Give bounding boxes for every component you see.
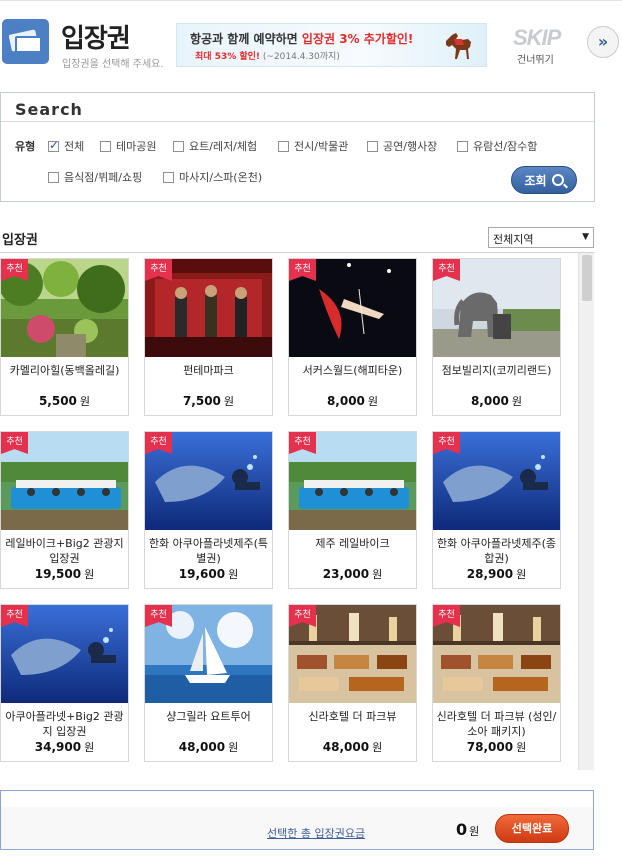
promo-banner[interactable]: 항공과 함께 예약하면 입장권 3% 추가할인! 최대 53% 할인! (~20… <box>176 23 487 67</box>
ticket-price: 78,000 원 <box>466 740 527 754</box>
divider <box>1 121 594 122</box>
page-title: 입장권 <box>61 24 131 54</box>
ticket-price: 48,000 원 <box>178 740 239 754</box>
ticket-price: 19,500 원 <box>34 567 95 581</box>
ticket-icon <box>2 19 49 64</box>
search-icon <box>551 174 564 186</box>
ticket-name[interactable]: 서커스월드(해피타운) <box>289 363 416 378</box>
search-button[interactable]: 조회 <box>511 166 577 194</box>
ticket-price: 8,000 원 <box>470 394 523 408</box>
scrollbar[interactable] <box>578 253 594 770</box>
ticket-price: 28,900 원 <box>466 567 527 581</box>
ticket-name[interactable]: 레일바이크+Big2 관광지 입장권 <box>1 536 128 566</box>
divider <box>0 252 595 253</box>
type-option-all[interactable]: 전체 <box>48 138 84 154</box>
checkbox[interactable] <box>367 140 378 152</box>
type-option-exhibition[interactable]: 전시/박물관 <box>278 138 348 154</box>
ticket-name[interactable]: 제주 레일바이크 <box>289 536 416 551</box>
page-subtitle: 입장권을 선택해 주세요. <box>62 59 164 70</box>
ticket-price: 23,000 원 <box>322 567 383 581</box>
ticket-name[interactable]: 한화 아쿠아플라넷제주(특별권) <box>145 536 272 566</box>
total-label[interactable]: 선택한 총 입장권요금 <box>267 825 365 841</box>
list-title: 입장권 <box>2 233 38 248</box>
ticket-card[interactable]: 추천 카멜리아힐(동백올레길) 5,500 원 <box>0 258 129 416</box>
ticket-name[interactable]: 펀테마파크 <box>145 363 272 378</box>
ticket-price: 34,900 원 <box>34 740 95 754</box>
checkbox[interactable] <box>100 140 111 152</box>
ticket-price: 48,000 원 <box>322 740 383 754</box>
skip-label[interactable]: 건너뛰기 <box>517 51 554 66</box>
ticket-card[interactable]: 추천 아쿠아플라넷+Big2 관광지 입장권 34,900 원 <box>0 604 129 762</box>
total-amount: 0원 <box>456 820 480 839</box>
complete-button[interactable]: 선택완료 <box>495 814 569 843</box>
checkbox[interactable] <box>173 140 184 152</box>
header: 입장권 입장권을 선택해 주세요. 항공과 함께 예약하면 입장권 3% 추가할… <box>0 0 622 88</box>
type-option-cruise[interactable]: 유람선/잠수함 <box>457 138 537 154</box>
scrollbar-thumb[interactable] <box>582 255 592 301</box>
checkbox[interactable] <box>48 138 59 152</box>
skip-button[interactable]: » <box>587 26 619 58</box>
checkbox[interactable] <box>163 171 174 183</box>
checkbox[interactable] <box>278 140 289 152</box>
checkbox[interactable] <box>48 171 59 183</box>
ticket-price: 5,500 원 <box>38 394 91 408</box>
ticket-name[interactable]: 카멜리아힐(동백올레길) <box>1 363 128 378</box>
ticket-name[interactable]: 한화 아쿠아플라넷제주(종합권) <box>433 536 560 566</box>
type-option-theme-park[interactable]: 테마공원 <box>100 138 156 154</box>
ticket-price: 19,600 원 <box>178 567 239 581</box>
ticket-card[interactable]: 추천 샹그릴라 요트투어 48,000 원 <box>144 604 273 762</box>
ticket-card[interactable]: 추천 서커스월드(해피타운) 8,000 원 <box>288 258 417 416</box>
ticket-card[interactable]: 추천 레일바이크+Big2 관광지 입장권 19,500 원 <box>0 431 129 589</box>
ticket-name[interactable]: 신라호텔 더 파크뷰 (성인/소아 패키지) <box>433 709 560 739</box>
region-select[interactable]: 전체지역 ▼ <box>488 227 594 248</box>
ticket-card[interactable]: 추천 제주 레일바이크 23,000 원 <box>288 431 417 589</box>
ticket-card[interactable]: 추천 점보빌리지(코끼리랜드) 8,000 원 <box>432 258 561 416</box>
skip-logo[interactable]: SKIP <box>513 25 561 51</box>
ticket-name[interactable]: 점보빌리지(코끼리랜드) <box>433 363 560 378</box>
ticket-card[interactable]: 추천 한화 아쿠아플라넷제주(특별권) 19,600 원 <box>144 431 273 589</box>
type-label: 유형 <box>15 140 36 153</box>
type-option-spa[interactable]: 마사지/스파(온천) <box>163 169 262 185</box>
ticket-price: 8,000 원 <box>326 394 379 408</box>
type-option-yacht-leisure[interactable]: 요트/레저/체험 <box>173 138 257 154</box>
banner-headline: 항공과 함께 예약하면 입장권 3% 추가할인! <box>190 32 414 46</box>
ticket-name[interactable]: 신라호텔 더 파크뷰 <box>289 709 416 724</box>
ticket-name[interactable]: 샹그릴라 요트투어 <box>145 709 272 724</box>
ticket-card[interactable]: 추천 신라호텔 더 파크뷰 48,000 원 <box>288 604 417 762</box>
checkbox[interactable] <box>457 140 468 152</box>
ticket-name[interactable]: 아쿠아플라넷+Big2 관광지 입장권 <box>1 709 128 739</box>
search-panel: Search 유형 전체 테마공원 요트/레저/체험 전시/박물관 공연/행사장… <box>0 92 595 202</box>
horse-icon <box>446 33 471 59</box>
banner-subline: 최대 53% 할인! (~2014.4.30까지) <box>195 52 340 62</box>
type-option-restaurant[interactable]: 음식점/뷔페/쇼핑 <box>48 169 142 185</box>
type-option-performance[interactable]: 공연/행사장 <box>367 138 437 154</box>
search-title: Search <box>15 100 83 119</box>
ticket-grid: 추천 카멜리아힐(동백올레길) 5,500 원 추천 펀테마파크 7,500 원 추천 서커스월드… <box>0 258 578 770</box>
ticket-card[interactable]: 추천 펀테마파크 7,500 원 <box>144 258 273 416</box>
ticket-price: 7,500 원 <box>182 394 235 408</box>
summary-bar: 선택한 총 입장권요금 0원 선택완료 <box>0 790 594 850</box>
chevron-down-icon: ▼ <box>582 232 589 242</box>
ticket-card[interactable]: 추천 신라호텔 더 파크뷰 (성인/소아 패키지) 78,000 원 <box>432 604 561 762</box>
ticket-card[interactable]: 추천 한화 아쿠아플라넷제주(종합권) 28,900 원 <box>432 431 561 589</box>
